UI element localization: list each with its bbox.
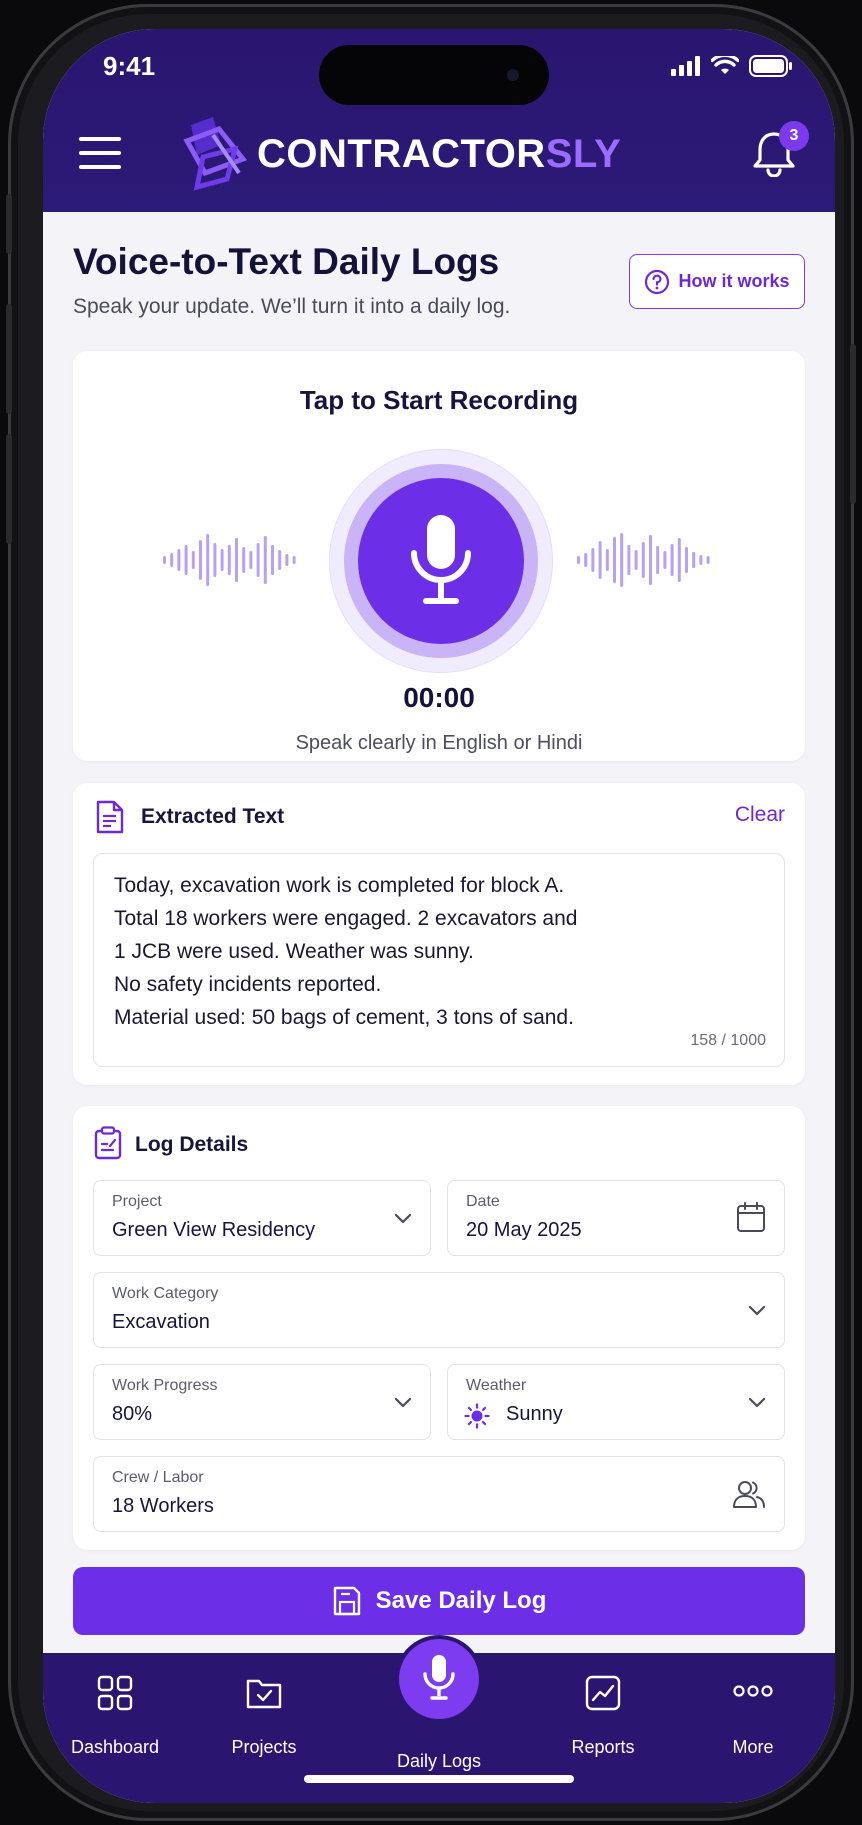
calendar-icon[interactable] [736, 1201, 766, 1233]
phone-frame: 9:41 CONTRACTORSLY 3 Voice-to-Text Daily… [6, 4, 856, 1821]
character-counter: 158 / 1000 [690, 1032, 766, 1049]
notification-badge: 3 [779, 121, 809, 151]
page-title: Voice-to-Text Daily Logs [73, 241, 500, 282]
wifi-icon [711, 56, 739, 74]
menu-icon[interactable] [79, 137, 121, 169]
status-time: 9:41 [103, 51, 156, 81]
brand-main: CONTRACTOR [257, 132, 546, 176]
logo-icon [183, 117, 247, 191]
date-label: Date [466, 1193, 500, 1210]
page-subtitle: Speak your update. We’ll turn it into a … [73, 295, 511, 318]
work-progress-value: 80% [112, 1403, 153, 1425]
text-line: Total 18 workers were engaged. 2 excavat… [114, 907, 578, 930]
work-category-value: Excavation [112, 1311, 210, 1333]
date-field[interactable]: Date 20 May 2025 [447, 1180, 785, 1256]
microphone-icon [411, 515, 471, 604]
text-line: No safety incidents reported. [114, 973, 382, 996]
brand-name: CONTRACTORSLY [257, 132, 621, 177]
extracted-text-title: Extracted Text [141, 805, 285, 828]
volume-up-button [6, 304, 12, 414]
extracted-text-card: Extracted Text Clear Today, excavation w… [73, 783, 805, 1085]
text-line: Material used: 50 bags of cement, 3 tons… [114, 1006, 574, 1029]
project-select[interactable]: Project Green View Residency [93, 1180, 431, 1256]
extracted-text-area[interactable]: Today, excavation work is completed for … [93, 853, 785, 1067]
chevron-down-icon [394, 1397, 412, 1408]
users-icon [733, 1481, 765, 1508]
log-details-card: Log Details Project Green View Residency… [73, 1106, 805, 1550]
date-value: 20 May 2025 [466, 1219, 582, 1241]
work-category-select[interactable]: Work Category Excavation [93, 1272, 785, 1348]
recorder-title: Tap to Start Recording [299, 385, 579, 415]
save-button-label: Save Daily Log [375, 1587, 547, 1614]
tab-label: Daily Logs [396, 1751, 482, 1771]
help-circle-icon [645, 269, 670, 294]
text-line: 1 JCB were used. Weather was sunny. [114, 940, 474, 963]
recorder-card: Tap to Start Recording 00:00 Speak clear… [73, 351, 805, 761]
battery-icon [749, 55, 792, 77]
home-indicator [304, 1775, 574, 1783]
weather-label: Weather [466, 1377, 527, 1394]
recording-hint: Speak clearly in English or Hindi [295, 732, 583, 754]
chevron-down-icon [394, 1213, 412, 1224]
waveform-right-icon [577, 533, 710, 587]
tab-label: Dashboard [70, 1737, 160, 1757]
more-dots-icon [733, 1685, 773, 1697]
weather-value: Sunny [506, 1403, 563, 1425]
work-progress-select[interactable]: Work Progress 80% [93, 1364, 431, 1440]
log-details-title: Log Details [135, 1133, 249, 1156]
project-label: Project [112, 1193, 162, 1210]
weather-select[interactable]: Weather Sunny [447, 1364, 785, 1440]
app-header: 9:41 CONTRACTORSLY 3 [43, 29, 835, 212]
crew-field[interactable]: Crew / Labor 18 Workers [93, 1456, 785, 1532]
cellular-signal-icon [671, 56, 700, 76]
record-button[interactable] [329, 449, 553, 673]
waveform-left-icon [163, 534, 296, 586]
chevron-down-icon [748, 1305, 766, 1316]
chevron-down-icon [748, 1397, 766, 1408]
status-icons [671, 55, 793, 77]
save-icon [333, 1586, 360, 1616]
tab-dashboard[interactable]: Dashboard [50, 1653, 180, 1773]
recording-timer: 00:00 [403, 682, 475, 713]
work-category-label: Work Category [112, 1285, 219, 1302]
sun-icon [464, 1403, 490, 1429]
tab-label: Reports [571, 1737, 635, 1757]
clipboard-icon [94, 1126, 122, 1160]
how-it-works-label: How it works [678, 271, 790, 291]
text-line: Today, excavation work is completed for … [114, 874, 565, 897]
app-screen: 9:41 CONTRACTORSLY 3 Voice-to-Text Daily… [43, 29, 835, 1803]
brand-accent: SLY [545, 132, 622, 176]
crew-value: 18 Workers [112, 1495, 214, 1517]
tab-label: Projects [231, 1737, 297, 1757]
volume-down-button [6, 434, 12, 544]
tab-projects[interactable]: Projects [199, 1653, 329, 1773]
tab-more[interactable]: More [688, 1653, 818, 1773]
power-button [850, 344, 856, 504]
tab-label: More [732, 1737, 774, 1757]
chart-icon [585, 1675, 621, 1711]
tab-daily-logs[interactable]: Daily Logs [374, 1653, 504, 1773]
grid-icon [97, 1675, 133, 1711]
project-value: Green View Residency [112, 1219, 316, 1241]
clear-button[interactable]: Clear [735, 803, 785, 827]
crew-label: Crew / Labor [112, 1469, 204, 1486]
mute-switch [6, 194, 12, 254]
work-progress-label: Work Progress [112, 1377, 218, 1394]
how-it-works-button[interactable]: How it works [629, 254, 805, 309]
folder-check-icon [246, 1679, 282, 1709]
tab-reports[interactable]: Reports [538, 1653, 668, 1773]
dynamic-island [319, 45, 549, 105]
save-daily-log-button[interactable]: Save Daily Log [73, 1567, 805, 1635]
document-icon [96, 800, 124, 834]
